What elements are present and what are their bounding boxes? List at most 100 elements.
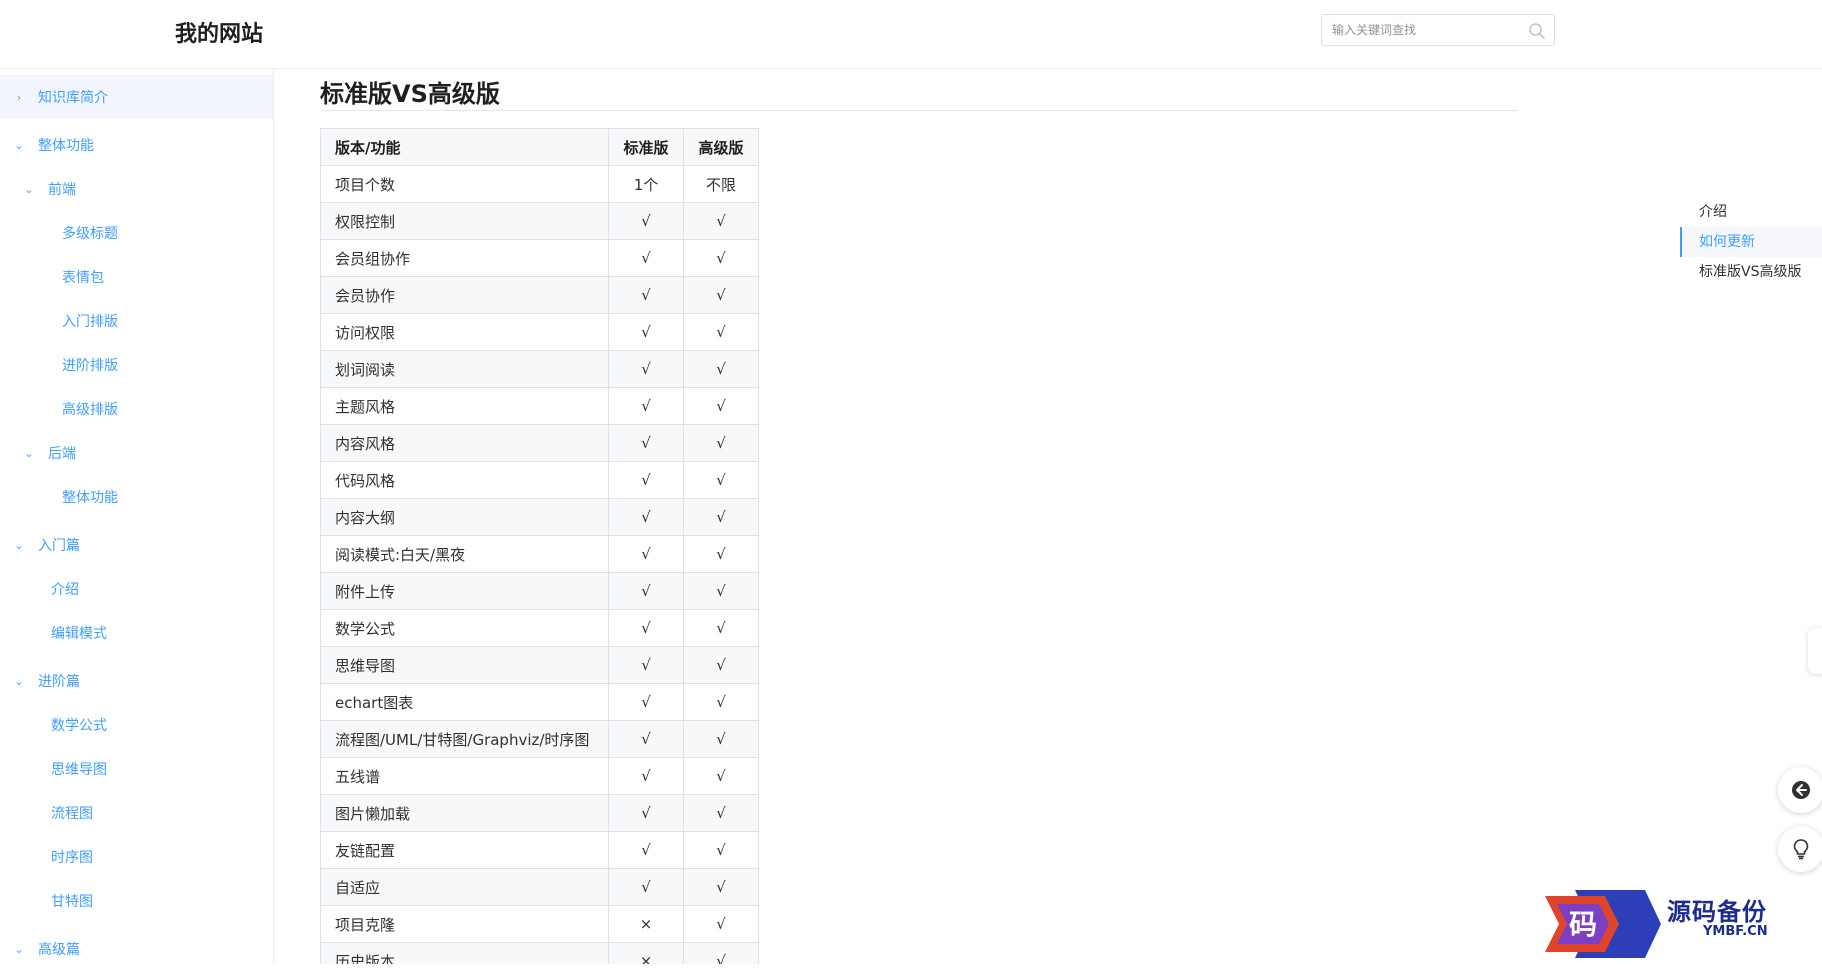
sidebar-item-frontend[interactable]: ⌄ 前端 (0, 167, 273, 211)
table-row: 权限控制 √ √ (320, 202, 759, 240)
table-row: 自适应 √ √ (320, 868, 759, 906)
table-row: 会员组协作 √ √ (320, 239, 759, 277)
advanced-cell: √ (683, 202, 759, 240)
table-row: 会员协作 √ √ (320, 276, 759, 314)
sidebar-item-label: 介绍 (51, 582, 79, 598)
search-box[interactable] (1321, 14, 1555, 46)
top-header: 我的网站 (0, 0, 1822, 69)
table-row: 数学公式 √ √ (320, 609, 759, 647)
feature-cell: 会员组协作 (320, 239, 609, 277)
table-row: 阅读模式:白天/黑夜 √ √ (320, 535, 759, 573)
standard-cell: × (608, 942, 684, 964)
advanced-cell: √ (683, 831, 759, 869)
sidebar-item-label: 入门篇 (38, 538, 80, 554)
standard-cell: √ (608, 831, 684, 869)
table-row: 内容风格 √ √ (320, 424, 759, 462)
sidebar-item-backend[interactable]: ⌄ 后端 (0, 431, 273, 475)
sidebar-item-backend-features[interactable]: 整体功能 (0, 475, 273, 519)
advanced-cell: √ (683, 868, 759, 906)
sidebar-item-getting-started[interactable]: ⌄ 入门篇 (0, 523, 273, 567)
advanced-cell: √ (683, 461, 759, 499)
advanced-cell: √ (683, 572, 759, 610)
advanced-cell: √ (683, 757, 759, 795)
sidebar-item-label: 进阶排版 (62, 358, 118, 374)
advanced-cell: √ (683, 646, 759, 684)
sidebar-item-label: 前端 (48, 182, 76, 198)
standard-cell: √ (608, 757, 684, 795)
standard-cell: √ (608, 646, 684, 684)
sidebar-item-label: 甘特图 (51, 894, 93, 910)
sidebar-item-expert[interactable]: ⌄ 高级篇 (0, 927, 273, 964)
feature-cell: 五线谱 (320, 757, 609, 795)
lightbulb-icon (1793, 839, 1809, 860)
feature-cell: 思维导图 (320, 646, 609, 684)
sidebar-item-intro[interactable]: › 知识库简介 (0, 75, 273, 119)
sidebar-item-expert-layout[interactable]: 高级排版 (0, 387, 273, 431)
sidebar-item-label: 高级排版 (62, 402, 118, 418)
standard-cell: √ (608, 498, 684, 536)
sidebar-item-advanced-layout[interactable]: 进阶排版 (0, 343, 273, 387)
site-title[interactable]: 我的网站 (175, 16, 263, 48)
sidebar-item-basic-layout[interactable]: 入门排版 (0, 299, 273, 343)
sidebar: › 知识库简介 ⌄ 整体功能 ⌄ 前端 多级标题 表情包 入门排版 进阶排版 高… (0, 70, 274, 964)
table-row: 访问权限 √ √ (320, 313, 759, 351)
table-row: 流程图/UML/甘特图/Graphviz/时序图 √ √ (320, 720, 759, 758)
feature-cell: 权限控制 (320, 202, 609, 240)
standard-cell: √ (608, 572, 684, 610)
toc-item-intro[interactable]: 介绍 (1680, 197, 1822, 227)
standard-cell: √ (608, 424, 684, 462)
feature-cell: 主题风格 (320, 387, 609, 425)
advanced-cell: √ (683, 313, 759, 351)
table-row: 图片懒加载 √ √ (320, 794, 759, 832)
standard-cell: 1个 (608, 165, 684, 203)
table-header: 标准版 (608, 128, 684, 166)
sidebar-item-label: 时序图 (51, 850, 93, 866)
sidebar-item-label: 流程图 (51, 806, 93, 822)
sidebar-item-label: 进阶篇 (38, 674, 80, 690)
standard-cell: √ (608, 313, 684, 351)
search-input[interactable] (1332, 15, 1522, 45)
sidebar-item-mindmap[interactable]: 思维导图 (0, 747, 273, 791)
sidebar-item-label: 思维导图 (51, 762, 107, 778)
table-of-contents: 介绍 如何更新 标准版VS高级版 (1680, 197, 1822, 287)
advanced-cell: √ (683, 683, 759, 721)
table-row: 五线谱 √ √ (320, 757, 759, 795)
sidebar-item-advanced[interactable]: ⌄ 进阶篇 (0, 659, 273, 703)
standard-cell: √ (608, 720, 684, 758)
advanced-cell: 不限 (683, 165, 759, 203)
sidebar-item-introduction[interactable]: 介绍 (0, 567, 273, 611)
sidebar-item-emoji[interactable]: 表情包 (0, 255, 273, 299)
feature-cell: echart图表 (320, 683, 609, 721)
sidebar-item-features[interactable]: ⌄ 整体功能 (0, 123, 273, 167)
sidebar-item-label: 整体功能 (62, 490, 118, 506)
toc-item-comparison[interactable]: 标准版VS高级版 (1680, 257, 1822, 287)
chevron-down-icon: ⌄ (24, 446, 34, 460)
sidebar-item-gantt[interactable]: 甘特图 (0, 879, 273, 923)
sidebar-item-sequence[interactable]: 时序图 (0, 835, 273, 879)
section-heading: 标准版VS高级版 (320, 80, 500, 108)
table-row: 主题风格 √ √ (320, 387, 759, 425)
search-icon[interactable] (1528, 22, 1546, 40)
feature-cell: 附件上传 (320, 572, 609, 610)
theme-toggle-button[interactable] (1778, 826, 1822, 872)
standard-cell: √ (608, 239, 684, 277)
feature-cell: 会员协作 (320, 276, 609, 314)
heading-divider (320, 110, 1518, 111)
sidebar-item-label: 编辑模式 (51, 626, 107, 642)
back-button[interactable] (1778, 767, 1822, 813)
sidebar-item-flowchart[interactable]: 流程图 (0, 791, 273, 835)
sidebar-item-math[interactable]: 数学公式 (0, 703, 273, 747)
sidebar-item-label: 数学公式 (51, 718, 107, 734)
sidebar-item-edit-mode[interactable]: 编辑模式 (0, 611, 273, 655)
feature-cell: 项目个数 (320, 165, 609, 203)
comparison-table: 版本/功能 标准版 高级版 项目个数 1个 不限 权限控制 √ √ 会员组协作 √ √ 会员协作 √… (320, 128, 759, 964)
table-row: 划词阅读 √ √ (320, 350, 759, 388)
feature-cell: 友链配置 (320, 831, 609, 869)
table-header-row: 版本/功能 标准版 高级版 (320, 128, 759, 166)
standard-cell: √ (608, 350, 684, 388)
table-row: 附件上传 √ √ (320, 572, 759, 610)
side-feedback-tab[interactable] (1808, 628, 1822, 674)
toc-item-update[interactable]: 如何更新 (1680, 227, 1822, 257)
advanced-cell: √ (683, 276, 759, 314)
sidebar-item-multi-title[interactable]: 多级标题 (0, 211, 273, 255)
